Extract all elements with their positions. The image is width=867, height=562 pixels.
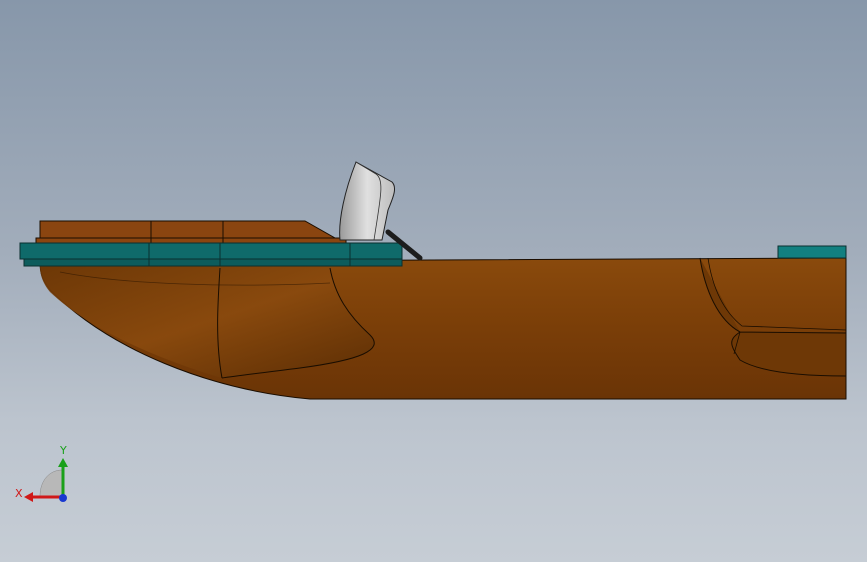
- triad-plane: [39, 469, 63, 497]
- y-axis-arrow-icon: [58, 458, 68, 467]
- y-axis-label: Y: [59, 444, 67, 457]
- deck-rail-lower[interactable]: [23, 258, 403, 267]
- x-axis-label: X: [15, 487, 23, 500]
- graphics-viewport[interactable]: Y X: [0, 0, 867, 562]
- coordinate-triad[interactable]: Y X: [10, 440, 80, 510]
- deck-lid-top[interactable]: [39, 220, 337, 239]
- z-axis-icon: [59, 494, 67, 502]
- stern-cap[interactable]: [777, 245, 847, 259]
- boat-model[interactable]: [0, 0, 867, 562]
- bow-panel: [40, 266, 375, 378]
- deck-rail[interactable]: [19, 242, 403, 260]
- x-axis-arrow-icon: [24, 492, 33, 502]
- windshield[interactable]: [339, 161, 395, 241]
